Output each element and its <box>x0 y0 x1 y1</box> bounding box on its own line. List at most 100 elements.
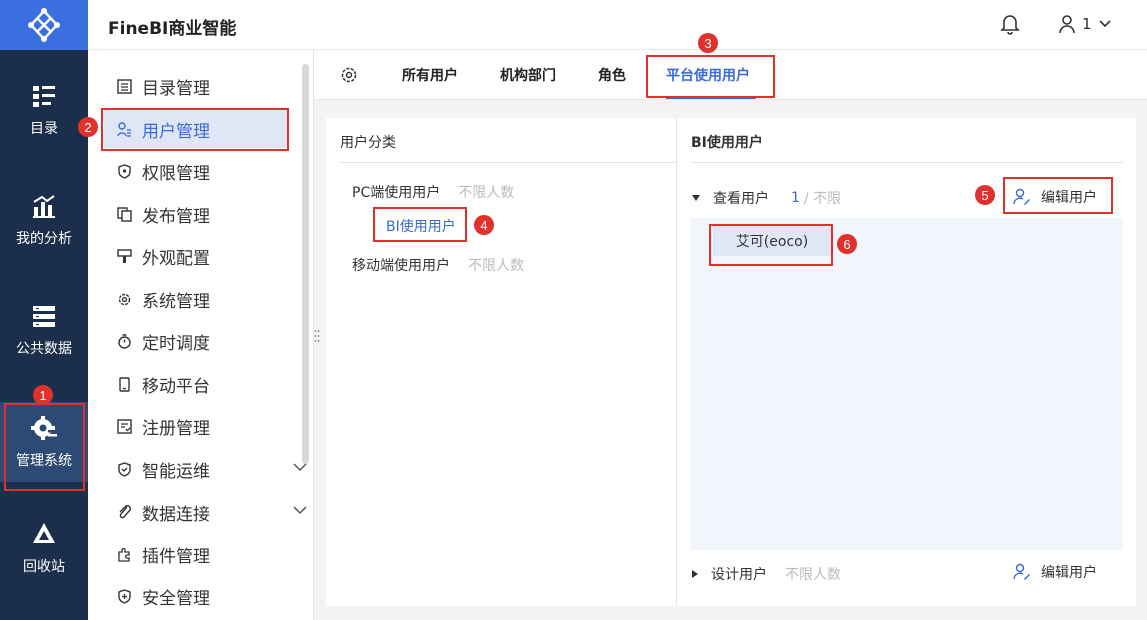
view-users-row[interactable]: 查看用户 1 / 不限 <box>691 188 841 208</box>
rail-item-recycle[interactable]: 回收站 <box>0 508 88 588</box>
menu-item-label: 移动平台 <box>142 376 210 397</box>
menu-item-label: 插件管理 <box>142 546 210 567</box>
menu-item-label: 数据连接 <box>142 504 210 525</box>
copy-icon <box>116 206 132 222</box>
gear-icon <box>116 291 132 307</box>
caret-down-icon[interactable] <box>691 194 701 202</box>
chevron-down-icon[interactable] <box>292 462 308 472</box>
ops-icon <box>116 461 132 477</box>
menu-item-label: 定时调度 <box>142 333 210 354</box>
settings-gear-icon[interactable] <box>340 66 358 84</box>
phone-icon <box>116 376 132 392</box>
user-count: 1 <box>791 190 800 206</box>
menu-item-plugins[interactable]: 插件管理 <box>104 535 288 573</box>
rail-item-public-data[interactable]: 公共数据 <box>0 290 88 370</box>
bell-icon[interactable] <box>1000 13 1020 39</box>
annotation-badge-1: 1 <box>33 385 53 405</box>
panel-title: BI使用用户 <box>691 135 763 151</box>
design-users-limit: 不限人数 <box>785 567 841 583</box>
menu-item-appearance[interactable]: 外观配置 <box>104 237 288 275</box>
category-pc-users[interactable]: PC端使用用户 不限人数 <box>352 182 514 202</box>
menu-item-permissions[interactable]: 权限管理 <box>104 152 288 190</box>
user-edit-icon <box>1013 563 1030 580</box>
menu-item-label: 系统管理 <box>142 291 210 312</box>
analysis-icon <box>30 192 58 220</box>
content-area: 所有用户 机构部门 角色 平台使用用户 用户分类 PC端使用用户 不限人数 BI使… <box>314 50 1147 620</box>
menu-item-system[interactable]: 系统管理 <box>104 280 288 318</box>
menu-item-label: 注册管理 <box>142 418 210 439</box>
menu-item-security[interactable]: 安全管理 <box>104 577 288 615</box>
user-icon <box>1059 15 1075 34</box>
category-label: PC端使用用户 <box>352 185 441 201</box>
menu-item-publish[interactable]: 发布管理 <box>104 195 288 233</box>
menu-item-data-connection[interactable]: 数据连接 <box>104 493 307 531</box>
annotation-badge-6: 6 <box>837 234 857 254</box>
rail-item-catalog[interactable]: 目录 <box>0 70 88 150</box>
link-icon <box>116 504 132 520</box>
category-label: 移动端使用用户 <box>352 258 450 274</box>
category-limit: 不限人数 <box>458 185 515 201</box>
tab-departments[interactable]: 机构部门 <box>500 65 556 85</box>
menu-item-schedule[interactable]: 定时调度 <box>104 322 288 360</box>
rail-item-label: 回收站 <box>23 559 65 575</box>
menu-scrollbar[interactable] <box>302 64 309 464</box>
user-limit: / 不限 <box>803 191 842 207</box>
menu-item-catalog[interactable]: 目录管理 <box>104 67 288 105</box>
divider <box>340 162 676 163</box>
list-icon <box>116 78 132 94</box>
annotation-badge-3: 3 <box>698 33 718 53</box>
database-icon <box>30 302 58 330</box>
app-title: FineBI商业智能 <box>108 19 237 39</box>
menu-item-mobile[interactable]: 移动平台 <box>104 365 288 403</box>
annotation-badge-5: 5 <box>975 185 995 205</box>
tab-roles[interactable]: 角色 <box>598 65 626 85</box>
menu-item-label: 智能运维 <box>142 461 210 482</box>
menu-item-ops[interactable]: 智能运维 <box>104 450 307 488</box>
design-users-label: 设计用户 <box>711 567 767 583</box>
menu-item-register[interactable]: 注册管理 <box>104 407 288 445</box>
catalog-icon <box>30 82 58 110</box>
timer-icon <box>116 333 132 349</box>
design-users-row[interactable]: 设计用户 不限人数 <box>691 564 841 584</box>
brush-icon <box>116 248 132 264</box>
rail-item-label: 我的分析 <box>16 231 72 247</box>
category-mobile-users[interactable]: 移动端使用用户 不限人数 <box>352 255 524 275</box>
annotation-badge-2: 2 <box>78 117 98 137</box>
rail-item-label: 目录 <box>30 121 58 137</box>
divider <box>691 162 1123 163</box>
user-name: 1 <box>1082 15 1092 33</box>
app-logo[interactable] <box>0 0 88 50</box>
annotation-box-4 <box>373 207 467 242</box>
annotation-box-5 <box>1003 177 1113 214</box>
rail-item-analysis[interactable]: 我的分析 <box>0 180 88 260</box>
user-category-panel: 用户分类 PC端使用用户 不限人数 BI使用用户 移动端使用用户 不限人数 <box>326 118 676 606</box>
security-icon <box>116 588 132 604</box>
annotation-box-3 <box>646 55 775 98</box>
tab-all-users[interactable]: 所有用户 <box>402 65 458 85</box>
caret-right-icon[interactable] <box>691 569 699 579</box>
edit-design-users-button[interactable]: 编辑用户 <box>1013 562 1097 582</box>
annotation-box-1 <box>4 403 85 491</box>
edit-label: 编辑用户 <box>1041 565 1097 581</box>
splitter-handle[interactable] <box>314 328 320 344</box>
annotation-box-2 <box>101 108 289 151</box>
recycle-icon <box>30 520 58 548</box>
chevron-down-icon[interactable] <box>292 505 308 515</box>
user-list: 艾可(eoco) <box>691 218 1123 550</box>
annotation-box-6 <box>709 224 833 266</box>
rail-item-label: 公共数据 <box>16 341 72 357</box>
plugin-icon <box>116 546 132 562</box>
menu-item-label: 发布管理 <box>142 206 210 227</box>
top-bar: FineBI商业智能 1 <box>88 0 1147 50</box>
menu-item-label: 外观配置 <box>142 248 210 269</box>
left-rail: 目录 我的分析 公共数据 管理系统 回收站 <box>0 0 88 620</box>
view-users-label: 查看用户 <box>713 191 769 207</box>
shield-icon <box>116 163 132 179</box>
menu-item-label: 安全管理 <box>142 588 210 609</box>
panel-title: 用户分类 <box>340 135 396 151</box>
menu-item-label: 权限管理 <box>142 163 210 184</box>
category-limit: 不限人数 <box>468 258 524 274</box>
register-icon <box>116 418 132 434</box>
chevron-down-icon <box>1098 20 1111 28</box>
user-menu[interactable]: 1 <box>1058 14 1112 34</box>
